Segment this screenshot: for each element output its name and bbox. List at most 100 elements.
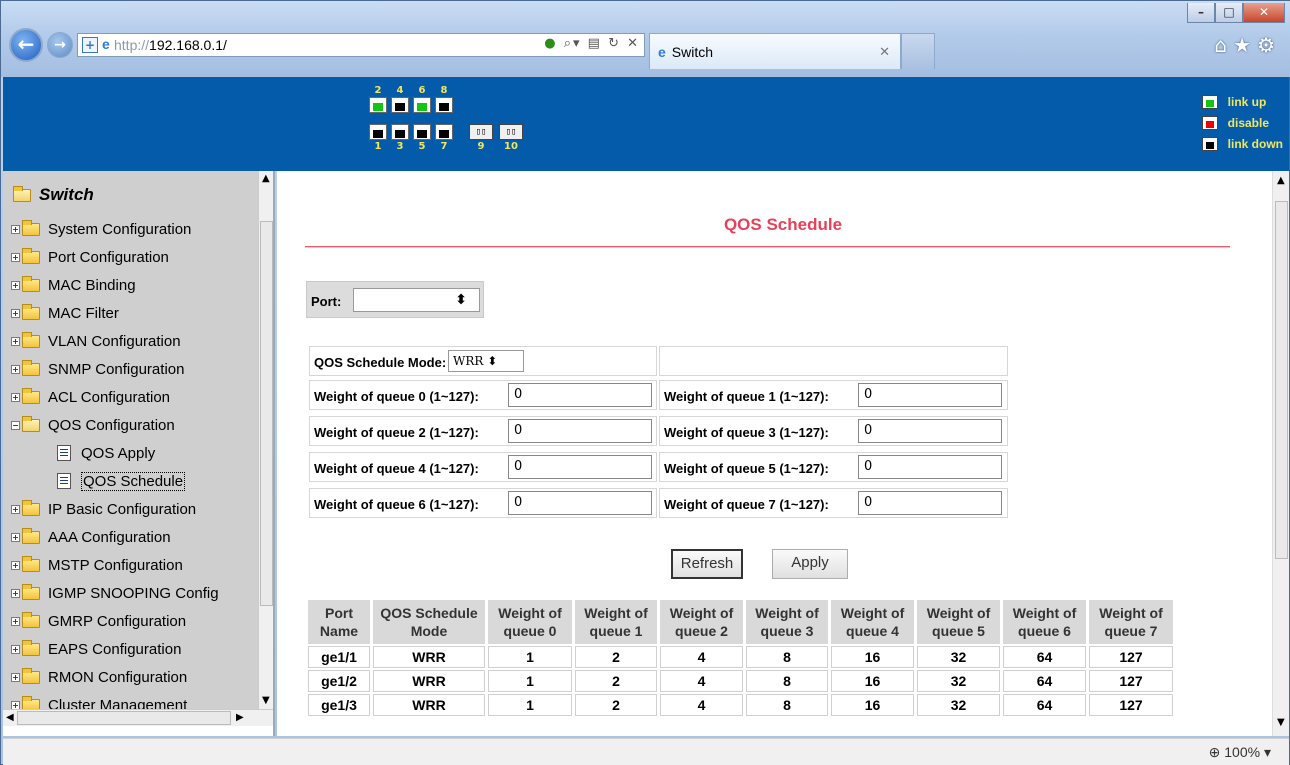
scroll-thumb[interactable]	[1275, 201, 1288, 559]
scroll-thumb[interactable]	[260, 221, 273, 606]
weight-queue-4-input[interactable]: 0	[508, 455, 652, 479]
weight-queue-3-input[interactable]: 0	[858, 419, 1002, 443]
weight-queue-5-input[interactable]: 0	[858, 455, 1002, 479]
tree-item-qos-apply[interactable]: QOS Apply	[57, 443, 155, 463]
address-tools[interactable]: ● ⌕▾ ▤ ↻ ✕	[544, 36, 640, 51]
scroll-thumb[interactable]	[17, 711, 231, 725]
folder-icon	[22, 555, 40, 572]
expand-icon[interactable]: +	[11, 700, 20, 709]
favorites-star-icon[interactable]: ★	[1233, 33, 1257, 57]
back-button[interactable]: ←	[9, 28, 43, 62]
tree-item-mac-binding[interactable]: + MAC Binding	[11, 275, 136, 295]
forward-button[interactable]: →	[47, 32, 73, 58]
scroll-right-icon[interactable]: ▶	[236, 712, 244, 723]
scroll-up-icon[interactable]: ▲	[1277, 175, 1285, 186]
collapse-icon[interactable]: −	[11, 420, 20, 430]
weight-queue-2-input[interactable]: 0	[508, 419, 652, 443]
expand-icon[interactable]: +	[11, 672, 20, 682]
tree-item-mstp-configuration[interactable]: + MSTP Configuration	[11, 555, 183, 575]
port-4-icon[interactable]	[391, 97, 409, 113]
tree-item-vlan-configuration[interactable]: + VLAN Configuration	[11, 331, 181, 351]
scroll-left-icon[interactable]: ◀	[6, 712, 14, 723]
expand-icon[interactable]: +	[11, 644, 20, 654]
scroll-down-icon[interactable]: ▼	[1277, 717, 1285, 728]
apply-button[interactable]: Apply	[772, 549, 848, 579]
maximize-icon[interactable]: □	[1215, 3, 1243, 23]
folder-icon	[22, 247, 40, 264]
port-1-icon[interactable]	[369, 124, 387, 140]
tree-item-gmrp-configuration[interactable]: + GMRP Configuration	[11, 611, 186, 631]
weight-queue-7-input[interactable]: 0	[858, 491, 1002, 515]
main-vertical-scrollbar[interactable]: ▲ ▼	[1272, 171, 1289, 736]
addon-icon[interactable]: +	[82, 37, 98, 53]
port-number: 9	[477, 141, 485, 152]
new-tab-button[interactable]	[901, 33, 935, 69]
expand-icon[interactable]: +	[11, 532, 20, 542]
expand-icon[interactable]: +	[11, 308, 20, 318]
tree-item-system-configuration[interactable]: + System Configuration	[11, 219, 191, 239]
gear-icon[interactable]: ⚙	[1257, 33, 1281, 57]
tree-vertical-scrollbar[interactable]: ▲ ▼	[258, 171, 273, 709]
home-icon[interactable]: ⌂	[1214, 33, 1233, 57]
tab-close-icon[interactable]: ✕	[879, 44, 890, 60]
folder-icon	[22, 667, 40, 684]
port-up-icon	[1201, 94, 1218, 109]
zoom-control[interactable]: ⊕ 100% ▾	[1209, 744, 1271, 761]
expand-icon[interactable]: +	[11, 280, 20, 290]
tree-item-snmp-configuration[interactable]: + SNMP Configuration	[11, 359, 184, 379]
fiber-port-icon[interactable]: ▯▯	[499, 124, 523, 140]
expand-icon[interactable]: +	[11, 560, 20, 570]
port-6-icon[interactable]	[413, 97, 431, 113]
fiber-port-icon[interactable]: ▯▯	[469, 124, 493, 140]
address-bar[interactable]: + e http:// 192.168.0.1/ ● ⌕▾ ▤ ↻ ✕	[77, 33, 645, 57]
table-cell: ge1/2	[308, 670, 370, 692]
weight-queue-0-input[interactable]: 0	[508, 383, 652, 407]
expand-icon[interactable]: +	[11, 392, 20, 402]
port-number: 8	[440, 85, 448, 96]
refresh-button[interactable]: Refresh	[671, 549, 743, 579]
port-2-icon[interactable]	[369, 97, 387, 113]
expand-icon[interactable]: +	[11, 616, 20, 626]
scroll-down-icon[interactable]: ▼	[262, 695, 270, 706]
tree-item-qos-configuration[interactable]: − QOS Configuration	[11, 415, 175, 435]
mode-select[interactable]: WRR ⬍	[448, 350, 524, 372]
tree-item-acl-configuration[interactable]: + ACL Configuration	[11, 387, 170, 407]
weight-queue-6-input[interactable]: 0	[508, 491, 652, 515]
tree-root[interactable]: Switch	[13, 185, 94, 205]
tree-item-mac-filter[interactable]: + MAC Filter	[11, 303, 119, 323]
select-arrows-icon: ⬍	[487, 354, 498, 368]
folder-icon	[22, 219, 40, 236]
port-3-icon[interactable]	[391, 124, 409, 140]
tree-item-cluster-management[interactable]: + Cluster Management	[11, 695, 187, 709]
tree-item-rmon-configuration[interactable]: + RMON Configuration	[11, 667, 187, 687]
expand-icon[interactable]: +	[11, 252, 20, 262]
weight-queue-1-input[interactable]: 0	[858, 383, 1002, 407]
port-select[interactable]: ⬍	[353, 288, 480, 312]
port-8-icon[interactable]	[435, 97, 453, 113]
tree-item-qos-schedule[interactable]: QOS Schedule	[57, 471, 186, 491]
table-cell: ge1/3	[308, 694, 370, 716]
tree-item-aaa-configuration[interactable]: + AAA Configuration	[11, 527, 171, 547]
mode-label: QOS Schedule Mode:	[314, 355, 447, 370]
tree-item-port-configuration[interactable]: + Port Configuration	[11, 247, 169, 267]
table-cell: 2	[575, 670, 657, 692]
port-disabled-icon	[1201, 115, 1218, 130]
port-5-icon[interactable]	[413, 124, 431, 140]
weight-queue-2-label: Weight of queue 2 (1~127):	[314, 425, 479, 440]
port-7-icon[interactable]	[435, 124, 453, 140]
tree-item-eaps-configuration[interactable]: + EAPS Configuration	[11, 639, 181, 659]
tree-item-igmp-snooping-config[interactable]: + IGMP SNOOPING Config	[11, 583, 219, 603]
scroll-up-icon[interactable]: ▲	[262, 173, 270, 184]
tab-switch[interactable]: e Switch ✕	[649, 33, 901, 69]
folder-icon	[22, 387, 40, 404]
expand-icon[interactable]: +	[11, 336, 20, 346]
tree-horizontal-scrollbar[interactable]: ◀ ▶	[3, 709, 273, 726]
expand-icon[interactable]: +	[11, 504, 20, 514]
compat-icon[interactable]: ●	[544, 36, 557, 51]
expand-icon[interactable]: +	[11, 364, 20, 374]
close-icon[interactable]: ✕	[1243, 3, 1285, 23]
expand-icon[interactable]: +	[11, 224, 20, 234]
tree-item-ip-basic-configuration[interactable]: + IP Basic Configuration	[11, 499, 196, 519]
minimize-icon[interactable]: –	[1187, 3, 1215, 23]
expand-icon[interactable]: +	[11, 588, 20, 598]
